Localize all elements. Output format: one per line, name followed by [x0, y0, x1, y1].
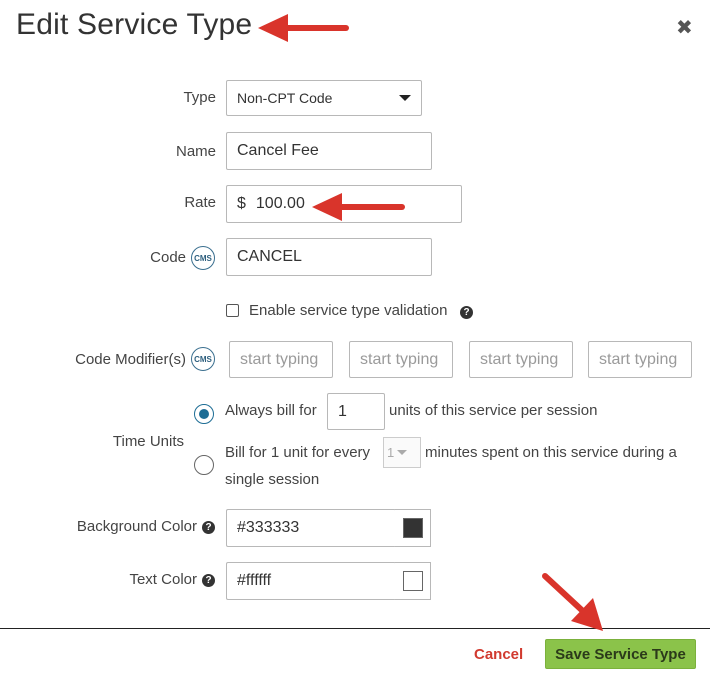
annotation-arrow-title-head	[258, 14, 288, 42]
annotation-arrow-rate-head	[312, 193, 342, 221]
annotation-arrow-save-shaft	[542, 573, 589, 617]
annotation-arrows	[258, 14, 603, 631]
